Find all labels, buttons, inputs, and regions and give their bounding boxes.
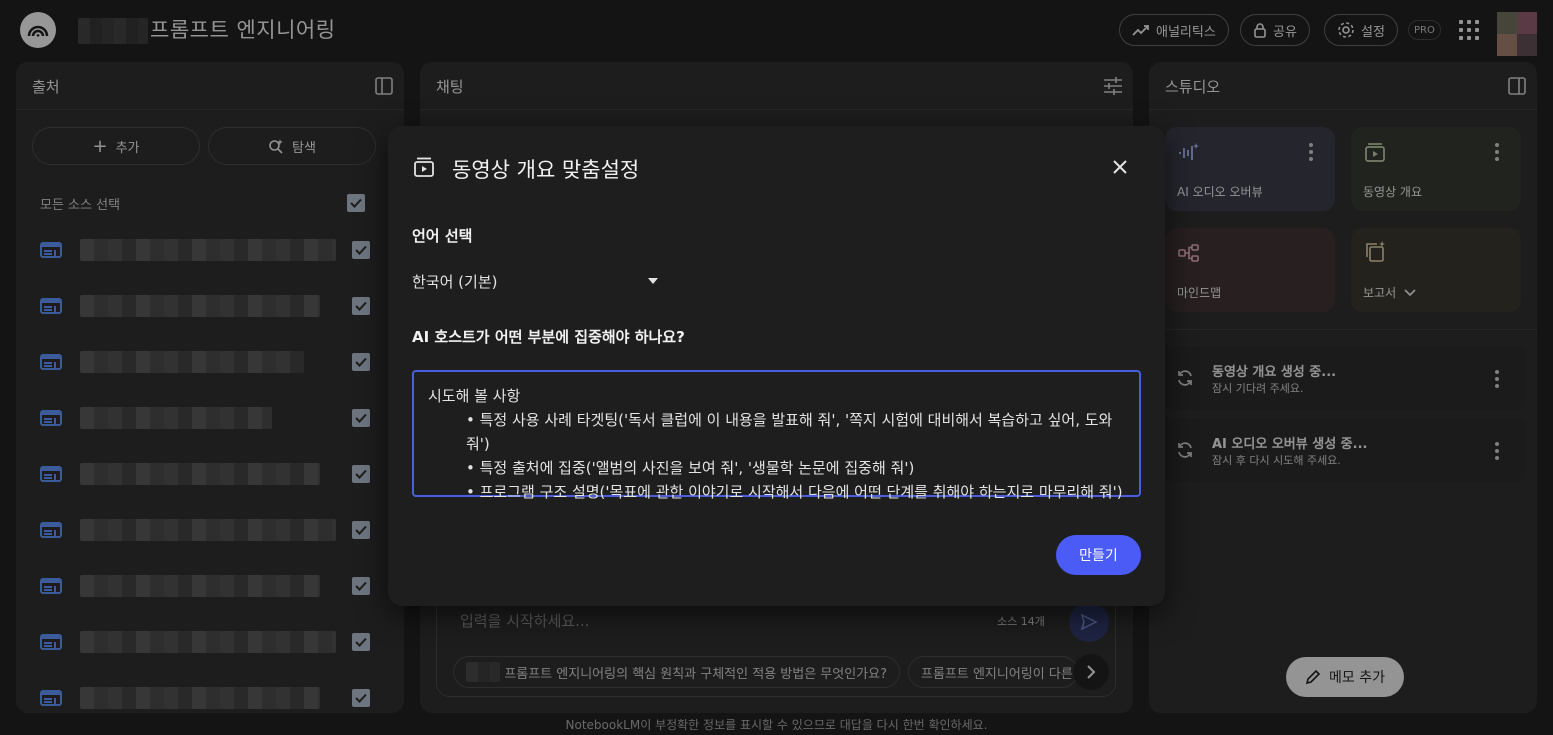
language-label: 언어 선택 [412, 227, 473, 245]
video-icon [414, 157, 434, 177]
focus-label: AI 호스트가 어떤 부분에 집중해야 하나요? [412, 328, 685, 346]
textarea-heading: 시도해 볼 사항 [428, 387, 521, 405]
textarea-bullet-1: • 특정 사용 사례 타겟팅('독서 클럽에 이 내용을 발표해 줘', '쪽지… [466, 411, 1113, 453]
create-button[interactable]: 만들기 [1056, 535, 1141, 575]
textarea-bullet-2: • 특정 출처에 집중('앨범의 사진을 보여 줘', '생물학 논문에 집중해… [466, 459, 915, 477]
language-select[interactable]: 한국어 (기본) [412, 266, 658, 296]
dropdown-arrow-icon [648, 278, 658, 284]
textarea-bullet-3: • 프로그램 구조 설명('목표에 관한 이야기로 시작해서 다음에 어떤 단계… [466, 483, 1123, 501]
video-overview-settings-dialog: 동영상 개요 맞춤설정 언어 선택 한국어 (기본) AI 호스트가 어떤 부분… [388, 126, 1165, 606]
close-icon[interactable] [1112, 159, 1128, 175]
language-value: 한국어 (기본) [412, 272, 498, 291]
focus-textarea[interactable]: 시도해 볼 사항 • 특정 사용 사례 타겟팅('독서 클럽에 이 내용을 발표… [412, 370, 1141, 501]
dialog-title: 동영상 개요 맞춤설정 [452, 158, 640, 182]
